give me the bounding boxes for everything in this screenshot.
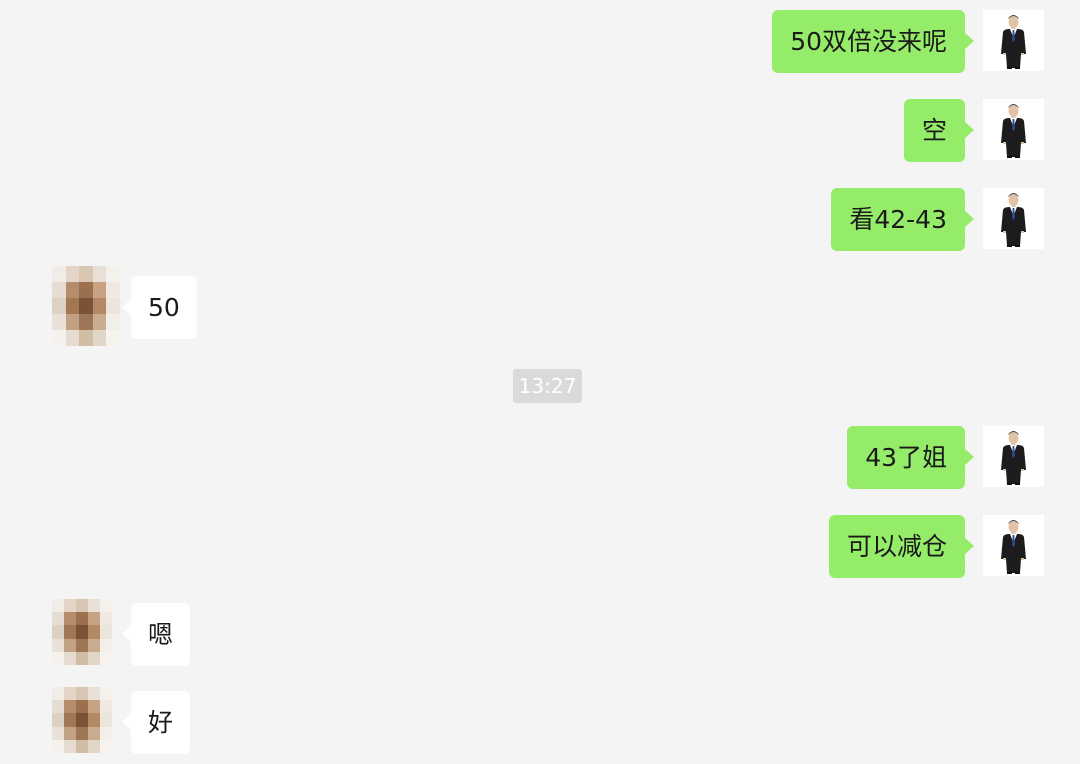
businessman-avatar[interactable] [983, 10, 1044, 71]
businessman-avatar[interactable] [983, 99, 1044, 160]
message-bubble-outgoing[interactable]: 43了姐 [847, 426, 974, 489]
message-bubble-outgoing[interactable]: 50双倍没来呢 [772, 10, 974, 73]
businessman-avatar[interactable] [983, 426, 1044, 487]
timestamp: 13:27 [513, 369, 582, 403]
message-bubble-outgoing[interactable]: 看42-43 [831, 188, 974, 251]
message-bubble-outgoing[interactable]: 可以减仓 [828, 515, 975, 578]
message-bubble-outgoing[interactable]: 空 [903, 99, 975, 162]
businessman-avatar[interactable] [983, 188, 1044, 249]
chat-area[interactable]: 50双倍没来呢 空 看42-43 50 13:27 43了姐 可以减仓 嗯 好 [0, 0, 1080, 764]
message-bubble-incoming[interactable]: 50 [122, 276, 197, 339]
pixelated-avatar[interactable] [52, 266, 120, 346]
pixelated-avatar[interactable] [52, 687, 112, 753]
pixelated-avatar[interactable] [52, 599, 112, 665]
message-bubble-incoming[interactable]: 好 [122, 691, 190, 754]
businessman-avatar[interactable] [983, 515, 1044, 576]
message-bubble-incoming[interactable]: 嗯 [122, 603, 190, 666]
